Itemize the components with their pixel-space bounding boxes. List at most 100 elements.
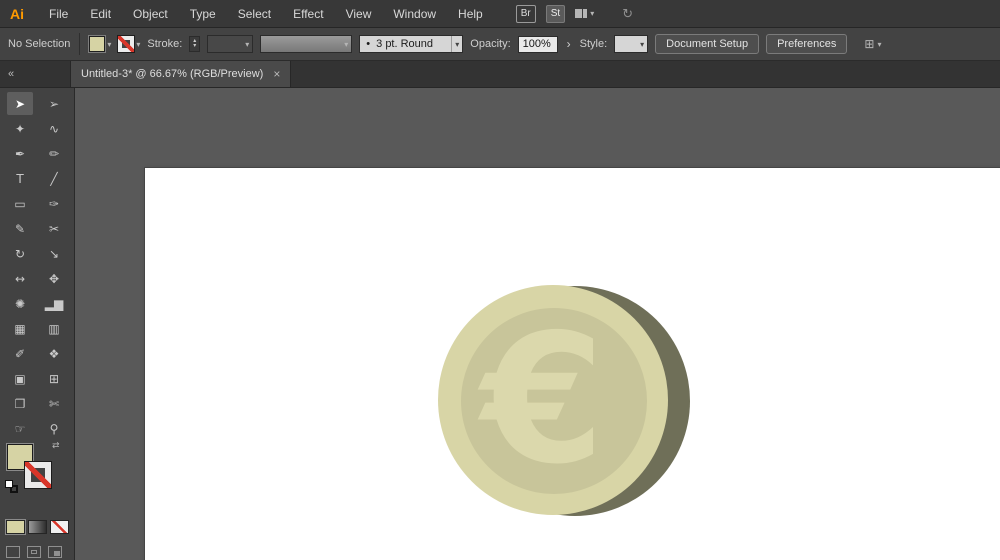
chevron-down-icon: ▾ <box>107 39 112 49</box>
document-tab-title: Untitled-3* @ 66.67% (RGB/Preview) <box>81 68 264 80</box>
euro-symbol: € <box>481 295 605 503</box>
live-paint-bucket-tool[interactable]: ▣ <box>7 367 33 390</box>
chevron-down-icon: ▾ <box>640 39 645 49</box>
mesh-tool[interactable]: ▦ <box>7 317 33 340</box>
sync-icon[interactable]: ↻ <box>622 6 633 22</box>
chevron-down-icon: ▾ <box>590 9 595 18</box>
chevron-down-icon: ▾ <box>344 39 349 49</box>
column-graph-tool[interactable]: ▂▆ <box>41 292 67 315</box>
stepper-down-icon[interactable]: ▾ <box>193 43 196 49</box>
tools-panel: ➤ ➢ ✦ ∿ ✒ ✏ T ╱ ▭ ✑ ✎ ✂ ↻ ↘ ↔ ✥ ✺ ▂▆ ▦ ▥ ✐ ❖ ▣ ⊞ ❐ ✄ ☞ ⚲ ⇄ <box>0 88 75 560</box>
artboard-tool[interactable]: ❐ <box>7 392 33 415</box>
workspace-switcher[interactable]: ▾ <box>575 9 594 18</box>
pencil-tool[interactable]: ✎ <box>7 217 33 240</box>
blob-brush-tool[interactable]: ✏ <box>41 142 67 165</box>
slice-tool[interactable]: ✄ <box>41 392 67 415</box>
align-grid-icon: ⊞ <box>864 37 875 51</box>
rotate-tool[interactable]: ↻ <box>7 242 33 265</box>
free-transform-tool[interactable]: ✥ <box>41 267 67 290</box>
euro-coin-artwork[interactable]: € <box>145 168 1000 560</box>
style-label[interactable]: Style: <box>580 38 608 50</box>
stroke-label[interactable]: Stroke: <box>147 38 182 50</box>
menu-item-effect[interactable]: Effect <box>282 0 334 28</box>
opacity-label[interactable]: Opacity: <box>470 38 510 50</box>
drawing-mode-buttons <box>6 546 62 558</box>
default-fill-stroke-button[interactable] <box>5 480 21 496</box>
fill-swatch <box>89 36 106 52</box>
collapse-panel-button[interactable]: « <box>0 61 70 87</box>
pen-tool[interactable]: ✒ <box>7 142 33 165</box>
none-slash-icon <box>118 36 135 52</box>
align-options-dropdown[interactable]: ⊞ ▾ <box>864 37 881 51</box>
divider <box>79 33 81 55</box>
chevron-down-icon: ▾ <box>245 39 250 49</box>
brush-definition-value: 3 pt. Round <box>376 38 434 50</box>
menu-right-icons: Br St ▾ ↻ <box>515 4 633 23</box>
document-tab[interactable]: Untitled-3* @ 66.67% (RGB/Preview) × <box>70 61 292 87</box>
draw-normal-mode-button[interactable] <box>6 546 20 558</box>
style-dropdown[interactable]: ▾ <box>614 35 649 53</box>
type-tool[interactable]: T <box>7 167 33 190</box>
draw-inside-mode-button[interactable] <box>48 546 62 558</box>
blend-tool[interactable]: ❖ <box>41 342 67 365</box>
width-tool[interactable]: ↔ <box>7 267 33 290</box>
opacity-options-button[interactable]: › <box>565 38 573 50</box>
bridge-button[interactable]: Br <box>515 4 536 23</box>
draw-behind-mode-button[interactable] <box>27 546 41 558</box>
menu-item-view[interactable]: View <box>335 0 383 28</box>
chevron-down-icon: ▾ <box>877 39 882 49</box>
color-button[interactable] <box>6 520 25 534</box>
stroke-color-well[interactable] <box>25 462 51 488</box>
menu-item-help[interactable]: Help <box>447 0 494 28</box>
stroke-weight-stepper[interactable]: ▴ ▾ <box>189 36 201 52</box>
magic-wand-tool[interactable]: ✦ <box>7 117 33 140</box>
menu-item-edit[interactable]: Edit <box>79 0 122 28</box>
paint-style-buttons <box>6 520 69 534</box>
stroke-swatch <box>118 36 135 52</box>
brush-bullet-icon: • <box>366 38 371 50</box>
rectangle-tool[interactable]: ▭ <box>7 192 33 215</box>
workspace-layout-icon <box>575 9 588 18</box>
tools-grid: ➤ ➢ ✦ ∿ ✒ ✏ T ╱ ▭ ✑ ✎ ✂ ↻ ↘ ↔ ✥ ✺ ▂▆ ▦ ▥ ✐ ❖ ▣ ⊞ ❐ ✄ ☞ ⚲ <box>7 92 67 440</box>
menu-item-window[interactable]: Window <box>382 0 447 28</box>
menu-item-object[interactable]: Object <box>122 0 179 28</box>
gradient-tool[interactable]: ▥ <box>41 317 67 340</box>
selection-tool[interactable]: ➤ <box>7 92 33 115</box>
menu: File Edit Object Type Select Effect View Window… <box>38 0 494 28</box>
stroke-weight-dropdown[interactable]: ▾ <box>207 35 254 53</box>
menu-item-file[interactable]: File <box>38 0 79 28</box>
preferences-button[interactable]: Preferences <box>766 34 848 54</box>
selection-status: No Selection <box>8 38 71 50</box>
paintbrush-tool[interactable]: ✑ <box>41 192 67 215</box>
menu-item-select[interactable]: Select <box>227 0 282 28</box>
perspective-grid-tool[interactable]: ⊞ <box>41 367 67 390</box>
none-slash-icon <box>25 462 51 488</box>
canvas-area[interactable]: € <box>75 88 1000 560</box>
gradient-button[interactable] <box>28 520 47 534</box>
scale-tool[interactable]: ↘ <box>41 242 67 265</box>
close-tab-icon[interactable]: × <box>273 67 280 81</box>
document-setup-button[interactable]: Document Setup <box>655 34 760 54</box>
lasso-tool[interactable]: ∿ <box>41 117 67 140</box>
menu-item-type[interactable]: Type <box>179 0 227 28</box>
none-button[interactable] <box>50 520 69 534</box>
line-segment-tool[interactable]: ╱ <box>41 167 67 190</box>
chevron-down-icon: ▾ <box>136 39 141 49</box>
default-fill-icon <box>5 480 13 488</box>
stroke-color-dropdown[interactable]: ▾ <box>118 36 140 52</box>
artboard[interactable]: € <box>145 168 1000 560</box>
stock-button[interactable]: St <box>545 4 566 23</box>
scissors-tool[interactable]: ✂ <box>41 217 67 240</box>
opacity-input[interactable]: 100% <box>517 35 558 53</box>
width-profile-dropdown[interactable]: ▾ <box>260 35 353 53</box>
hand-tool[interactable]: ☞ <box>7 417 33 440</box>
symbol-sprayer-tool[interactable]: ✺ <box>7 292 33 315</box>
chevron-down-icon: ▾ <box>451 36 462 52</box>
fill-color-dropdown[interactable]: ▾ <box>89 36 111 52</box>
direct-selection-tool[interactable]: ➢ <box>41 92 67 115</box>
tab-strip: « Untitled-3* @ 66.67% (RGB/Preview) × <box>0 61 1000 88</box>
zoom-tool[interactable]: ⚲ <box>41 417 67 440</box>
eyedropper-tool[interactable]: ✐ <box>7 342 33 365</box>
brush-definition-dropdown[interactable]: • 3 pt. Round ▾ <box>359 35 464 53</box>
swap-fill-stroke-icon[interactable]: ⇄ <box>52 441 60 451</box>
